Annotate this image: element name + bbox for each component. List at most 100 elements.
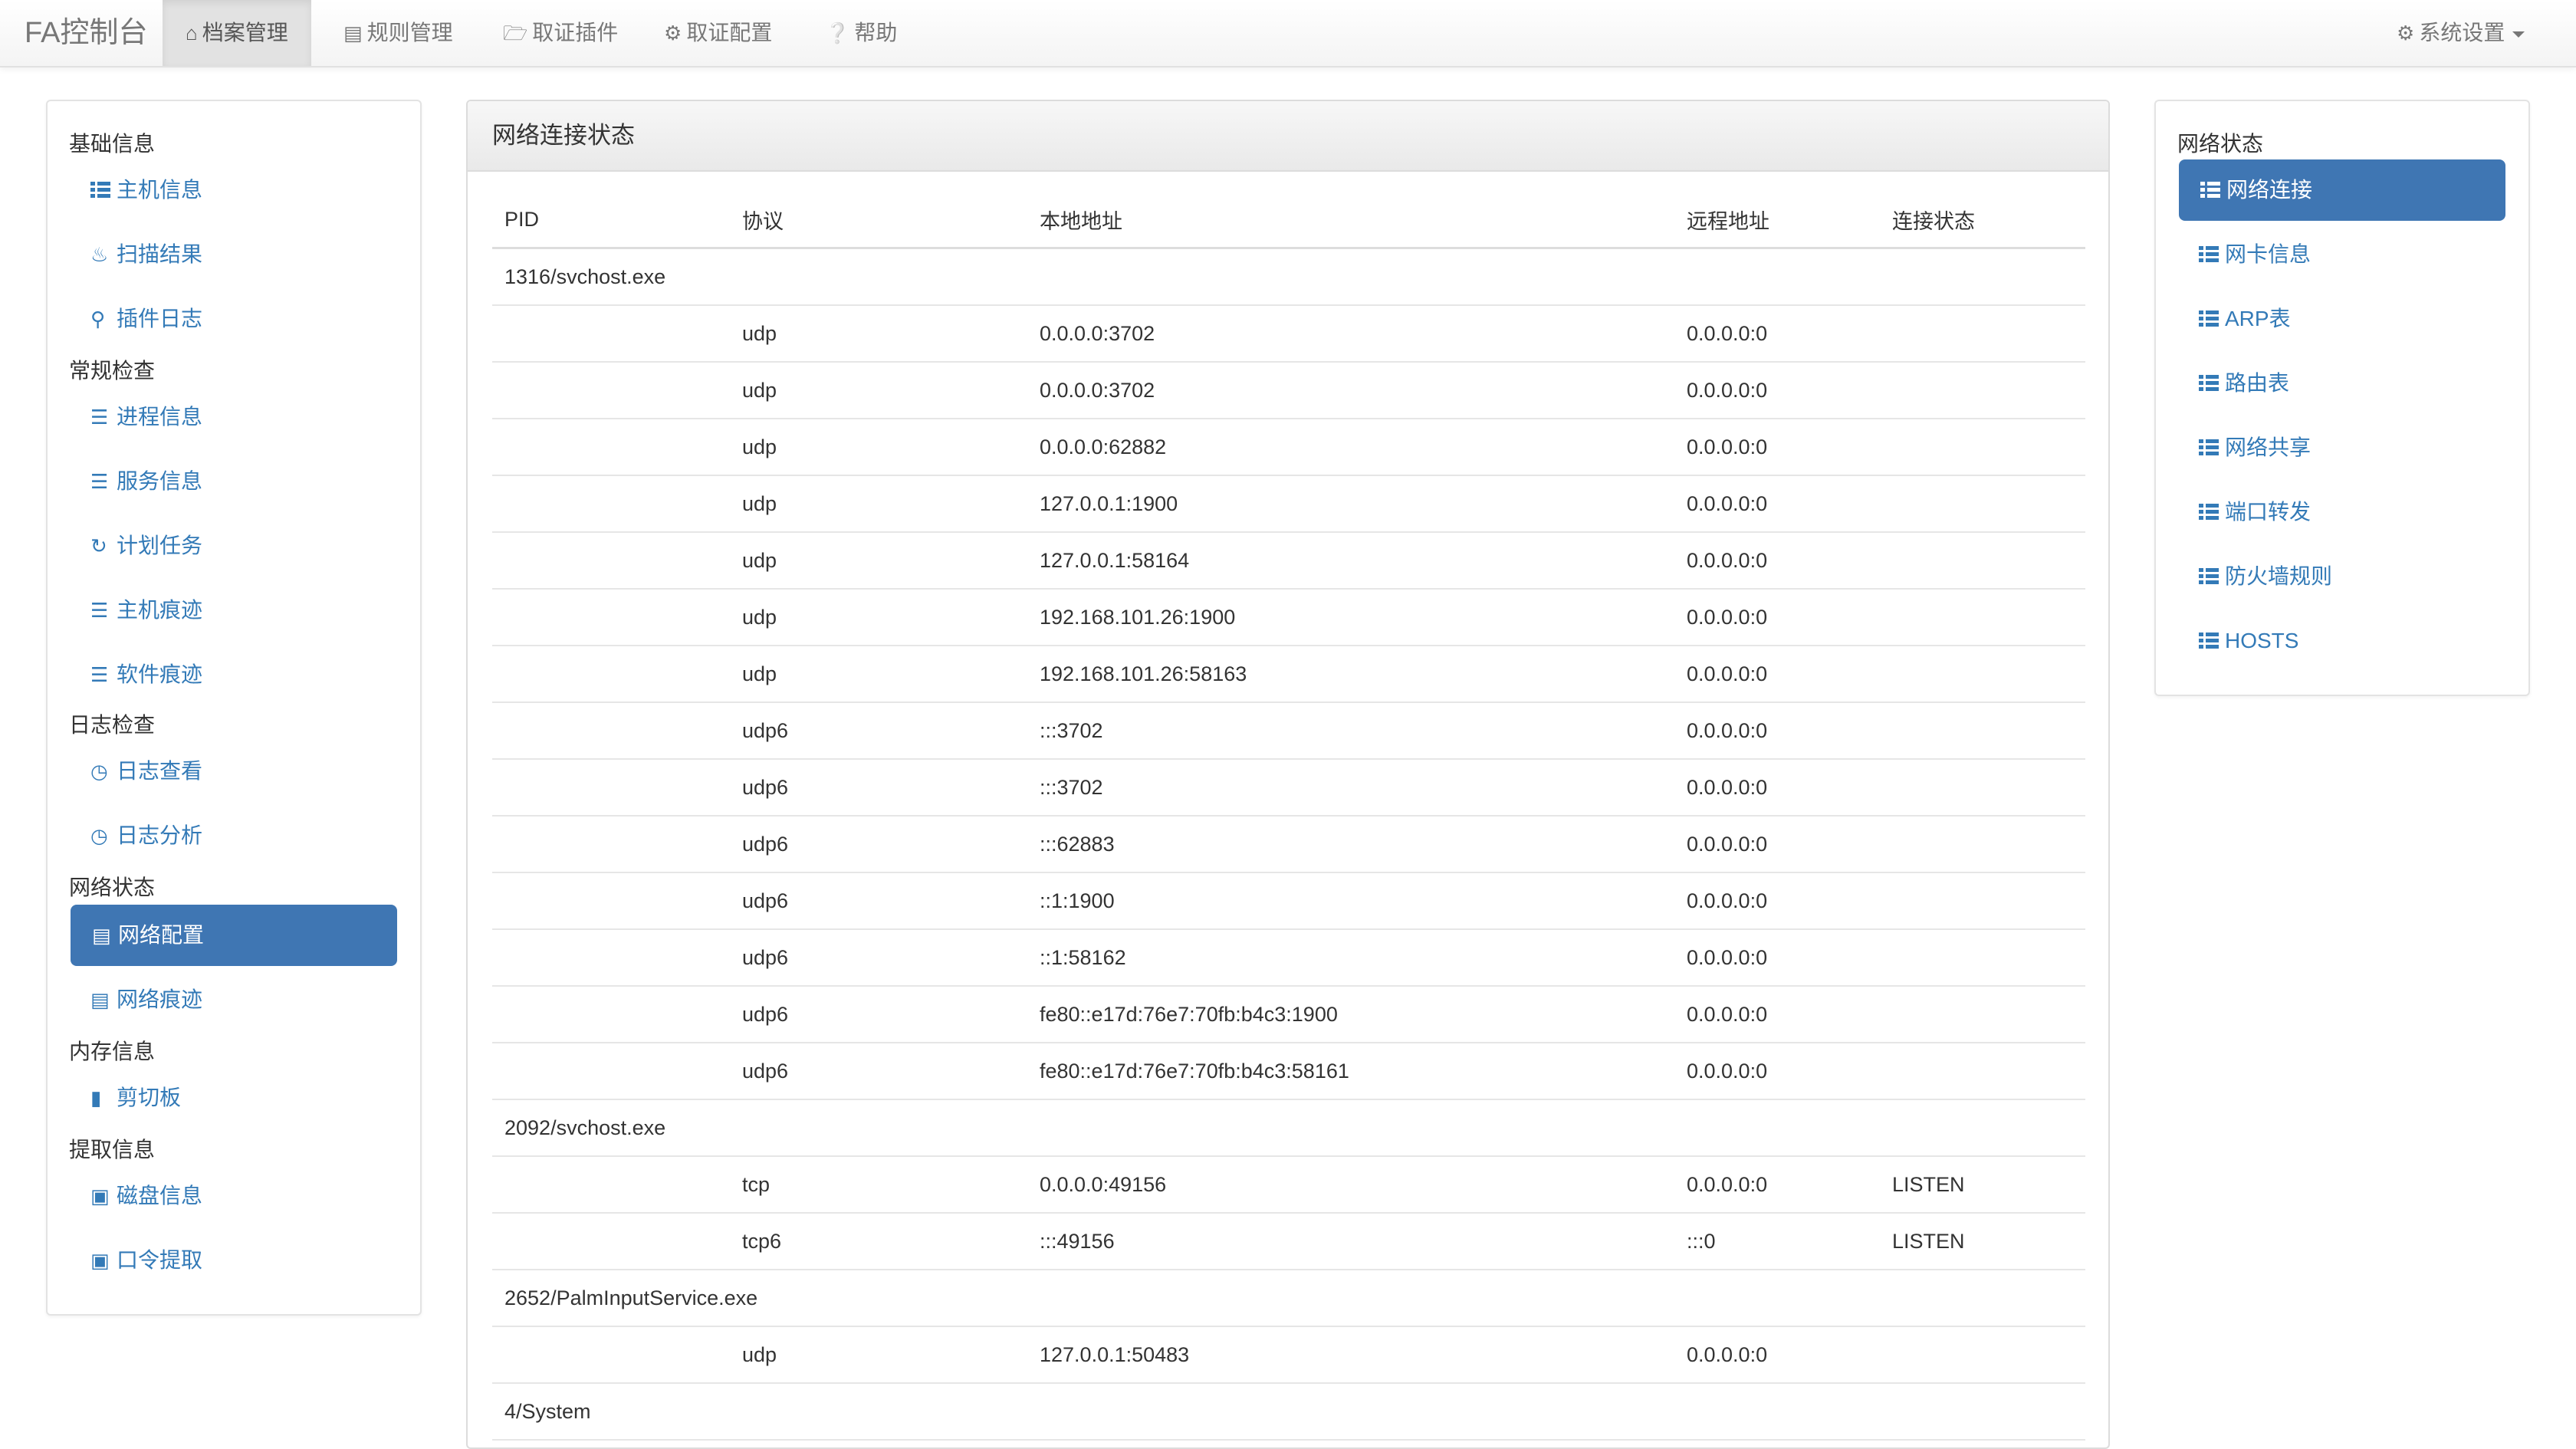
connection-table: PID 协议 本地地址 远程地址 连接状态 1316/svchost.exe ud…: [492, 192, 2085, 1441]
sidebar-item-log-view[interactable]: ◷ 日志查看: [69, 741, 202, 802]
pid-cell: [492, 702, 730, 760]
right-item-arp-table[interactable]: ARP表: [2177, 288, 2291, 350]
local-address-cell: 0.0.0.0:3702: [1027, 305, 1674, 363]
local-address-cell: 0.0.0.0:3702: [1027, 362, 1674, 419]
section-title-memory: 内存信息: [69, 1040, 156, 1063]
protocol-cell: udp6: [730, 872, 1027, 930]
table-row: udp6:::62883 0.0.0.0:0: [492, 816, 2085, 873]
remote-address-cell: 0.0.0.0:0: [1674, 986, 1880, 1043]
right-item-network-connection[interactable]: 网络连接: [2179, 159, 2505, 221]
pid-cell: [492, 1326, 730, 1384]
right-item-nic-info[interactable]: 网卡信息: [2177, 224, 2311, 285]
sidebar-item-clipboard[interactable]: ▮ 剪切板: [69, 1067, 181, 1129]
process-name-cell: 2652/PalmInputService.exe: [492, 1270, 2085, 1327]
state-cell: [1880, 532, 2085, 590]
nav-forensic-config[interactable]: ⚙ 取证配置: [641, 0, 795, 66]
sidebar-item-network-config[interactable]: ▤ 网络配置: [71, 905, 397, 966]
pid-cell: [492, 589, 730, 646]
protocol-cell: udp: [730, 305, 1027, 363]
local-address-cell: ::1:1900: [1027, 872, 1674, 930]
sidebar-item-host-traces[interactable]: ☰ 主机痕迹: [69, 580, 202, 641]
protocol-cell: udp: [730, 646, 1027, 703]
sidebar-item-disk-info[interactable]: ▣ 磁盘信息: [69, 1165, 202, 1227]
remote-address-cell: 0.0.0.0:0: [1674, 532, 1880, 590]
right-item-firewall-rules[interactable]: 防火墙规则: [2177, 546, 2332, 607]
sidebar-item-service-info[interactable]: ☰ 服务信息: [69, 451, 202, 512]
list-alt-icon: ▤: [92, 924, 111, 947]
state-cell: [1880, 305, 2085, 363]
section-title-routine: 常规检查: [69, 359, 156, 383]
table-row: udp6:::3702 0.0.0.0:0: [492, 759, 2085, 816]
table-row: udp 192.168.101.26:1900 0.0.0.0:0: [492, 589, 2085, 646]
protocol-cell: udp6: [730, 1043, 1027, 1100]
nav-archive-management[interactable]: ⌂ 档案管理: [163, 0, 311, 66]
remote-address-cell: 0.0.0.0:0: [1674, 929, 1880, 987]
pid-cell: [492, 532, 730, 590]
sidebar-item-software-traces[interactable]: ☰ 软件痕迹: [69, 644, 202, 705]
home-icon: ⌂: [186, 21, 198, 44]
sidebar-item-process-info[interactable]: ☰ 进程信息: [69, 386, 202, 448]
question-circle-icon: ❔: [825, 21, 850, 44]
local-address-cell: 0.0.0.0:49156: [1027, 1156, 1674, 1214]
state-cell: [1880, 1043, 2085, 1100]
pid-cell: [492, 646, 730, 703]
protocol-cell: tcp: [730, 1156, 1027, 1214]
th-list-icon: [2199, 375, 2219, 392]
sidebar-item-log-analysis[interactable]: ◷ 日志分析: [69, 805, 202, 866]
pid-cell: [492, 305, 730, 363]
local-address-cell: fe80::e17d:76e7:70fb:b4c3:1900: [1027, 986, 1674, 1043]
th-list-icon: [2199, 310, 2219, 327]
sidebar-item-password-extract[interactable]: ▣ 口令提取: [69, 1230, 202, 1291]
pid-cell: [492, 362, 730, 419]
pid-cell: [492, 1043, 730, 1100]
table-row: udp 0.0.0.0:3702 0.0.0.0:0: [492, 305, 2085, 363]
remote-address-cell: 0.0.0.0:0: [1674, 305, 1880, 363]
table-row: udp 127.0.0.1:50483 0.0.0.0:0: [492, 1326, 2085, 1384]
search-icon: ⚲: [90, 307, 106, 330]
right-item-network-share[interactable]: 网络共享: [2177, 417, 2311, 478]
clock-icon: ◷: [90, 824, 108, 847]
right-item-hosts[interactable]: HOSTS: [2177, 610, 2298, 672]
network-connection-panel: 网络连接状态 PID 协议 本地地址 远程地址 连接状态 1316/svchos…: [466, 100, 2110, 1449]
sidebar-item-scan-results[interactable]: ♨ 扫描结果: [69, 224, 202, 285]
sidebar-item-scheduled-tasks[interactable]: ↻ 计划任务: [69, 515, 202, 577]
process-group-row: 2092/svchost.exe: [492, 1099, 2085, 1157]
sidebar-item-network-traces[interactable]: ▤ 网络痕迹: [69, 969, 202, 1030]
th-list-icon: [2199, 439, 2219, 456]
remote-address-cell: :::0: [1674, 1213, 1880, 1270]
remote-address-cell: 0.0.0.0:0: [1674, 646, 1880, 703]
right-item-route-table[interactable]: 路由表: [2177, 353, 2289, 414]
table-row: udp 0.0.0.0:62882 0.0.0.0:0: [492, 419, 2085, 476]
list-alt-icon: ▤: [90, 988, 110, 1011]
brand-logo[interactable]: FA控制台: [25, 0, 147, 66]
state-cell: LISTEN: [1880, 1213, 2085, 1270]
protocol-cell: udp6: [730, 986, 1027, 1043]
table-row: udp6 fe80::e17d:76e7:70fb:b4c3:1900 0.0.0.…: [492, 986, 2085, 1043]
pid-cell: [492, 816, 730, 873]
right-item-port-forward[interactable]: 端口转发: [2177, 481, 2311, 543]
state-cell: [1880, 929, 2085, 987]
hdd-icon: ▣: [90, 1184, 110, 1208]
clock-icon: ◷: [90, 760, 108, 783]
pid-cell: [492, 475, 730, 533]
remote-address-cell: 0.0.0.0:0: [1674, 419, 1880, 476]
cog-icon: ⚙: [2397, 21, 2415, 44]
table-row: tcp 0.0.0.0:49156 0.0.0.0:0 LISTEN: [492, 1156, 2085, 1214]
top-navbar: FA控制台 ⌂ 档案管理 ▤ 规则管理 🗁 取证插件 ⚙ 取证配置 ❔ 帮助 ⚙ 系统设置: [0, 0, 2576, 67]
sidebar-item-host-info[interactable]: 主机信息: [69, 159, 202, 221]
tasks-icon: ☰: [90, 406, 109, 429]
table-row: udp 0.0.0.0:3702 0.0.0.0:0: [492, 362, 2085, 419]
file-icon: ▮: [90, 1086, 102, 1109]
system-settings-dropdown[interactable]: ⚙ 系统设置: [2374, 0, 2548, 66]
protocol-cell: udp: [730, 475, 1027, 533]
section-title-basic: 基础信息: [69, 132, 156, 156]
protocol-cell: udp: [730, 589, 1027, 646]
th-list-icon: [2199, 504, 2219, 521]
nav-forensic-plugins[interactable]: 🗁 取证插件: [480, 0, 641, 66]
protocol-cell: udp: [730, 532, 1027, 590]
local-address-cell: ::1:58162: [1027, 929, 1674, 987]
nav-rule-management[interactable]: ▤ 规则管理: [320, 0, 476, 66]
column-header-pid: PID: [492, 192, 730, 249]
sidebar-item-plugin-log[interactable]: ⚲ 插件日志: [69, 288, 202, 350]
nav-help[interactable]: ❔ 帮助: [802, 0, 920, 66]
